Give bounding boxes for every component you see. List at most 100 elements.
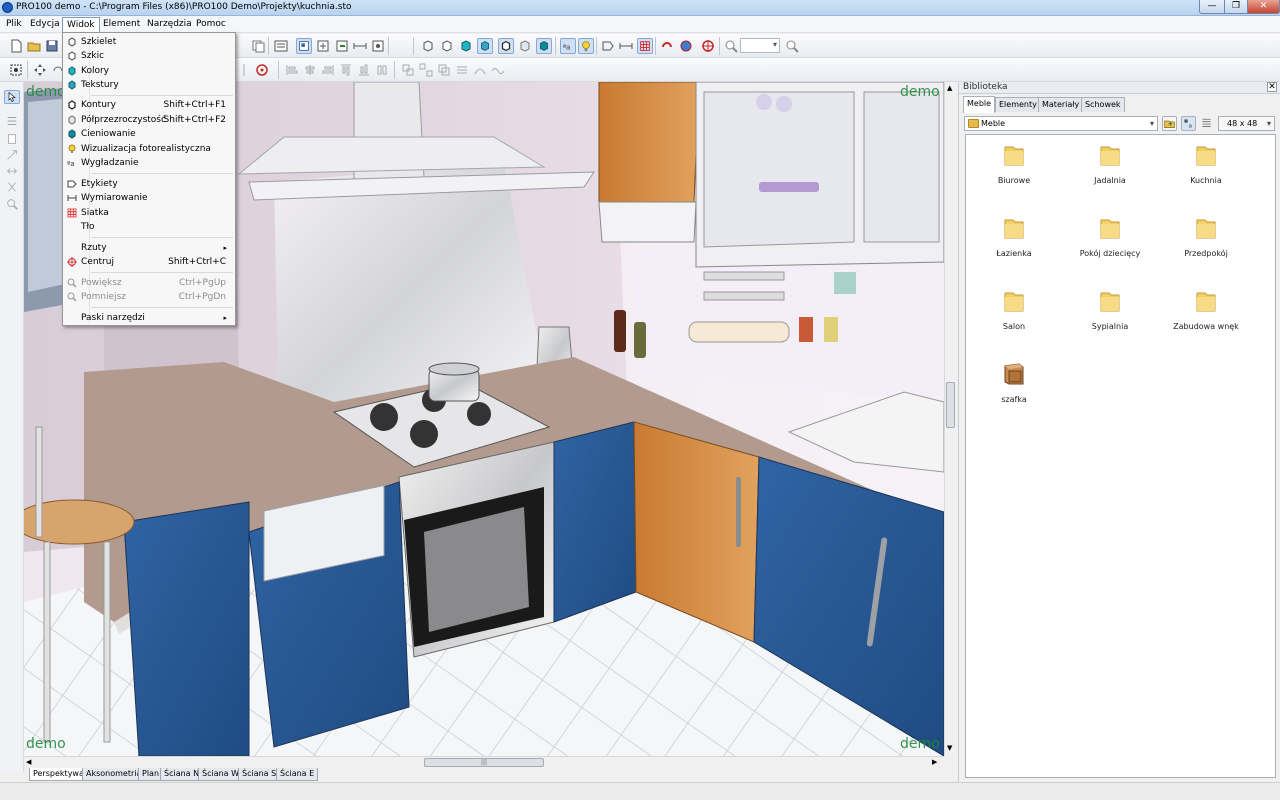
menu-item-wygladzanie[interactable]: ªa Wygładzanie — [65, 156, 233, 170]
orbit-view-icon[interactable] — [678, 38, 694, 54]
colors-view-icon[interactable] — [458, 38, 474, 54]
bend-icon[interactable] — [472, 62, 488, 78]
scroll-up-icon[interactable]: ▲ — [947, 84, 952, 92]
open-folder-icon[interactable] — [26, 38, 42, 54]
rotate-view-icon[interactable] — [659, 38, 675, 54]
tab-perspektywa[interactable]: Perspektywa — [29, 768, 88, 781]
library-item[interactable]: szafka — [966, 360, 1062, 424]
resize-tool-icon[interactable] — [4, 148, 20, 162]
select-all-icon[interactable] — [8, 62, 24, 78]
align-bottom-icon[interactable] — [356, 62, 372, 78]
vertical-scroll-thumb[interactable] — [946, 382, 955, 428]
menu-pomoc[interactable]: Pomoc — [192, 17, 230, 32]
align-right-icon[interactable] — [320, 62, 336, 78]
zoom-in-icon[interactable] — [723, 38, 739, 54]
stretch-tool-icon[interactable] — [4, 164, 20, 178]
icon-size-combo[interactable]: 48 x 48 — [1218, 116, 1275, 131]
tab-sciana-w[interactable]: Ściana W — [198, 768, 244, 781]
sketch-view-icon[interactable] — [439, 38, 455, 54]
tab-sciana-n[interactable]: Ściana N — [160, 768, 204, 781]
snap-grid-icon[interactable] — [296, 38, 312, 54]
tab-aksonometria[interactable]: Aksonometria — [82, 768, 146, 781]
menu-item-szkielet[interactable]: Szkielet — [65, 35, 233, 49]
details-view-button[interactable] — [1199, 116, 1214, 131]
save-icon[interactable] — [44, 38, 60, 54]
library-item[interactable]: Przedpokój — [1158, 214, 1254, 278]
folder-up-button[interactable] — [1162, 116, 1177, 131]
menu-item-cieniowanie[interactable]: Cieniowanie — [65, 127, 233, 141]
cut-tool-icon[interactable] — [4, 180, 20, 194]
menu-item-polprzezroczystosc[interactable]: Półprzezroczystość Shift+Ctrl+F2 — [65, 113, 233, 127]
align-top-icon[interactable] — [338, 62, 354, 78]
align-center-icon[interactable] — [302, 62, 318, 78]
tab-sciana-e[interactable]: Ściana E — [276, 768, 319, 781]
magnifier-tool-icon[interactable] — [4, 197, 20, 211]
library-tab-materialy[interactable]: Materiały — [1038, 97, 1084, 112]
insert-icon[interactable] — [334, 38, 350, 54]
properties-icon[interactable] — [273, 38, 289, 54]
menu-item-wizualizacja[interactable]: Wizualizacja fotorealistyczna — [65, 142, 233, 156]
spring-tool-icon[interactable] — [4, 114, 20, 128]
library-tab-meble[interactable]: Meble — [963, 96, 996, 113]
page-tool-icon[interactable] — [4, 132, 20, 146]
align-left-icon[interactable] — [284, 62, 300, 78]
menu-item-szkic[interactable]: Szkic — [65, 49, 233, 63]
labels-view-icon[interactable] — [600, 38, 616, 54]
target-icon[interactable] — [254, 62, 270, 78]
new-file-icon[interactable] — [8, 38, 24, 54]
library-item[interactable]: Biurowe — [966, 141, 1062, 205]
library-item[interactable]: Jadalnia — [1062, 141, 1158, 205]
library-item[interactable]: Kuchnia — [1158, 141, 1254, 205]
mirror-icon[interactable] — [236, 62, 252, 78]
measure-icon[interactable] — [352, 38, 368, 54]
center-view-icon[interactable] — [700, 38, 716, 54]
group-icon[interactable] — [400, 62, 416, 78]
scroll-left-icon[interactable]: ◀ — [26, 758, 31, 766]
horizontal-scroll-thumb[interactable]: ||| — [424, 758, 544, 767]
close-button[interactable]: ✕ — [1247, 0, 1280, 14]
array-icon[interactable] — [454, 62, 470, 78]
ungroup-icon[interactable] — [418, 62, 434, 78]
menu-widok[interactable]: Widok — [62, 17, 100, 32]
menu-item-etykiety[interactable]: Etykiety — [65, 177, 233, 191]
wave-icon[interactable] — [490, 62, 506, 78]
duplicate-icon[interactable] — [436, 62, 452, 78]
grid-view-icon[interactable] — [637, 38, 653, 54]
menu-item-wymiarowanie[interactable]: Wymiarowanie — [65, 191, 233, 205]
contours-view-icon[interactable] — [498, 38, 514, 54]
menu-item-siatka[interactable]: Siatka — [65, 206, 233, 220]
copy-icon[interactable] — [250, 38, 266, 54]
horizontal-scrollbar[interactable]: ◀ ||| ▶ — [24, 756, 944, 768]
pointer-tool-icon[interactable] — [4, 90, 20, 104]
menu-item-rzuty[interactable]: Rzuty ▸ — [65, 241, 233, 255]
menu-item-centruj[interactable]: Centruj Shift+Ctrl+C — [65, 255, 233, 269]
menu-plik[interactable]: Plik — [2, 17, 26, 32]
scroll-right-icon[interactable]: ▶ — [932, 758, 937, 766]
zoom-level-combo[interactable] — [740, 38, 780, 53]
textures-view-icon[interactable] — [477, 38, 493, 54]
antialias-view-icon[interactable]: ªa — [560, 38, 576, 54]
distribute-icon[interactable] — [374, 62, 390, 78]
large-icons-button[interactable]: a — [1181, 116, 1196, 131]
menu-edycja[interactable]: Edycja — [26, 17, 64, 32]
menu-item-kolory[interactable]: Kolory — [65, 64, 233, 78]
vertical-scrollbar[interactable]: ▲ ▼ — [944, 82, 956, 756]
zoom-out-icon[interactable] — [784, 38, 800, 54]
menu-item-tekstury[interactable]: Tekstury — [65, 78, 233, 92]
transparency-view-icon[interactable] — [517, 38, 533, 54]
align-icon[interactable] — [315, 38, 331, 54]
scroll-down-icon[interactable]: ▼ — [947, 744, 952, 752]
dimensions-view-icon[interactable] — [618, 38, 634, 54]
library-close-button[interactable]: ✕ — [1267, 82, 1277, 92]
photorealistic-view-icon[interactable] — [578, 38, 594, 54]
library-path-combo[interactable]: Meble — [964, 116, 1158, 131]
library-tab-elementy[interactable]: Elementy — [995, 97, 1041, 112]
menu-item-kontury[interactable]: Kontury Shift+Ctrl+F1 — [65, 98, 233, 112]
library-item[interactable]: Pokój dziecięcy — [1062, 214, 1158, 278]
menu-element[interactable]: Element — [99, 17, 144, 32]
menu-item-paski-narzedzi[interactable]: Paski narzędzi ▸ — [65, 311, 233, 325]
snap-object-icon[interactable] — [370, 38, 386, 54]
minimize-button[interactable]: — — [1199, 0, 1225, 14]
library-item[interactable]: Salon — [966, 287, 1062, 351]
library-item[interactable]: Łazienka — [966, 214, 1062, 278]
